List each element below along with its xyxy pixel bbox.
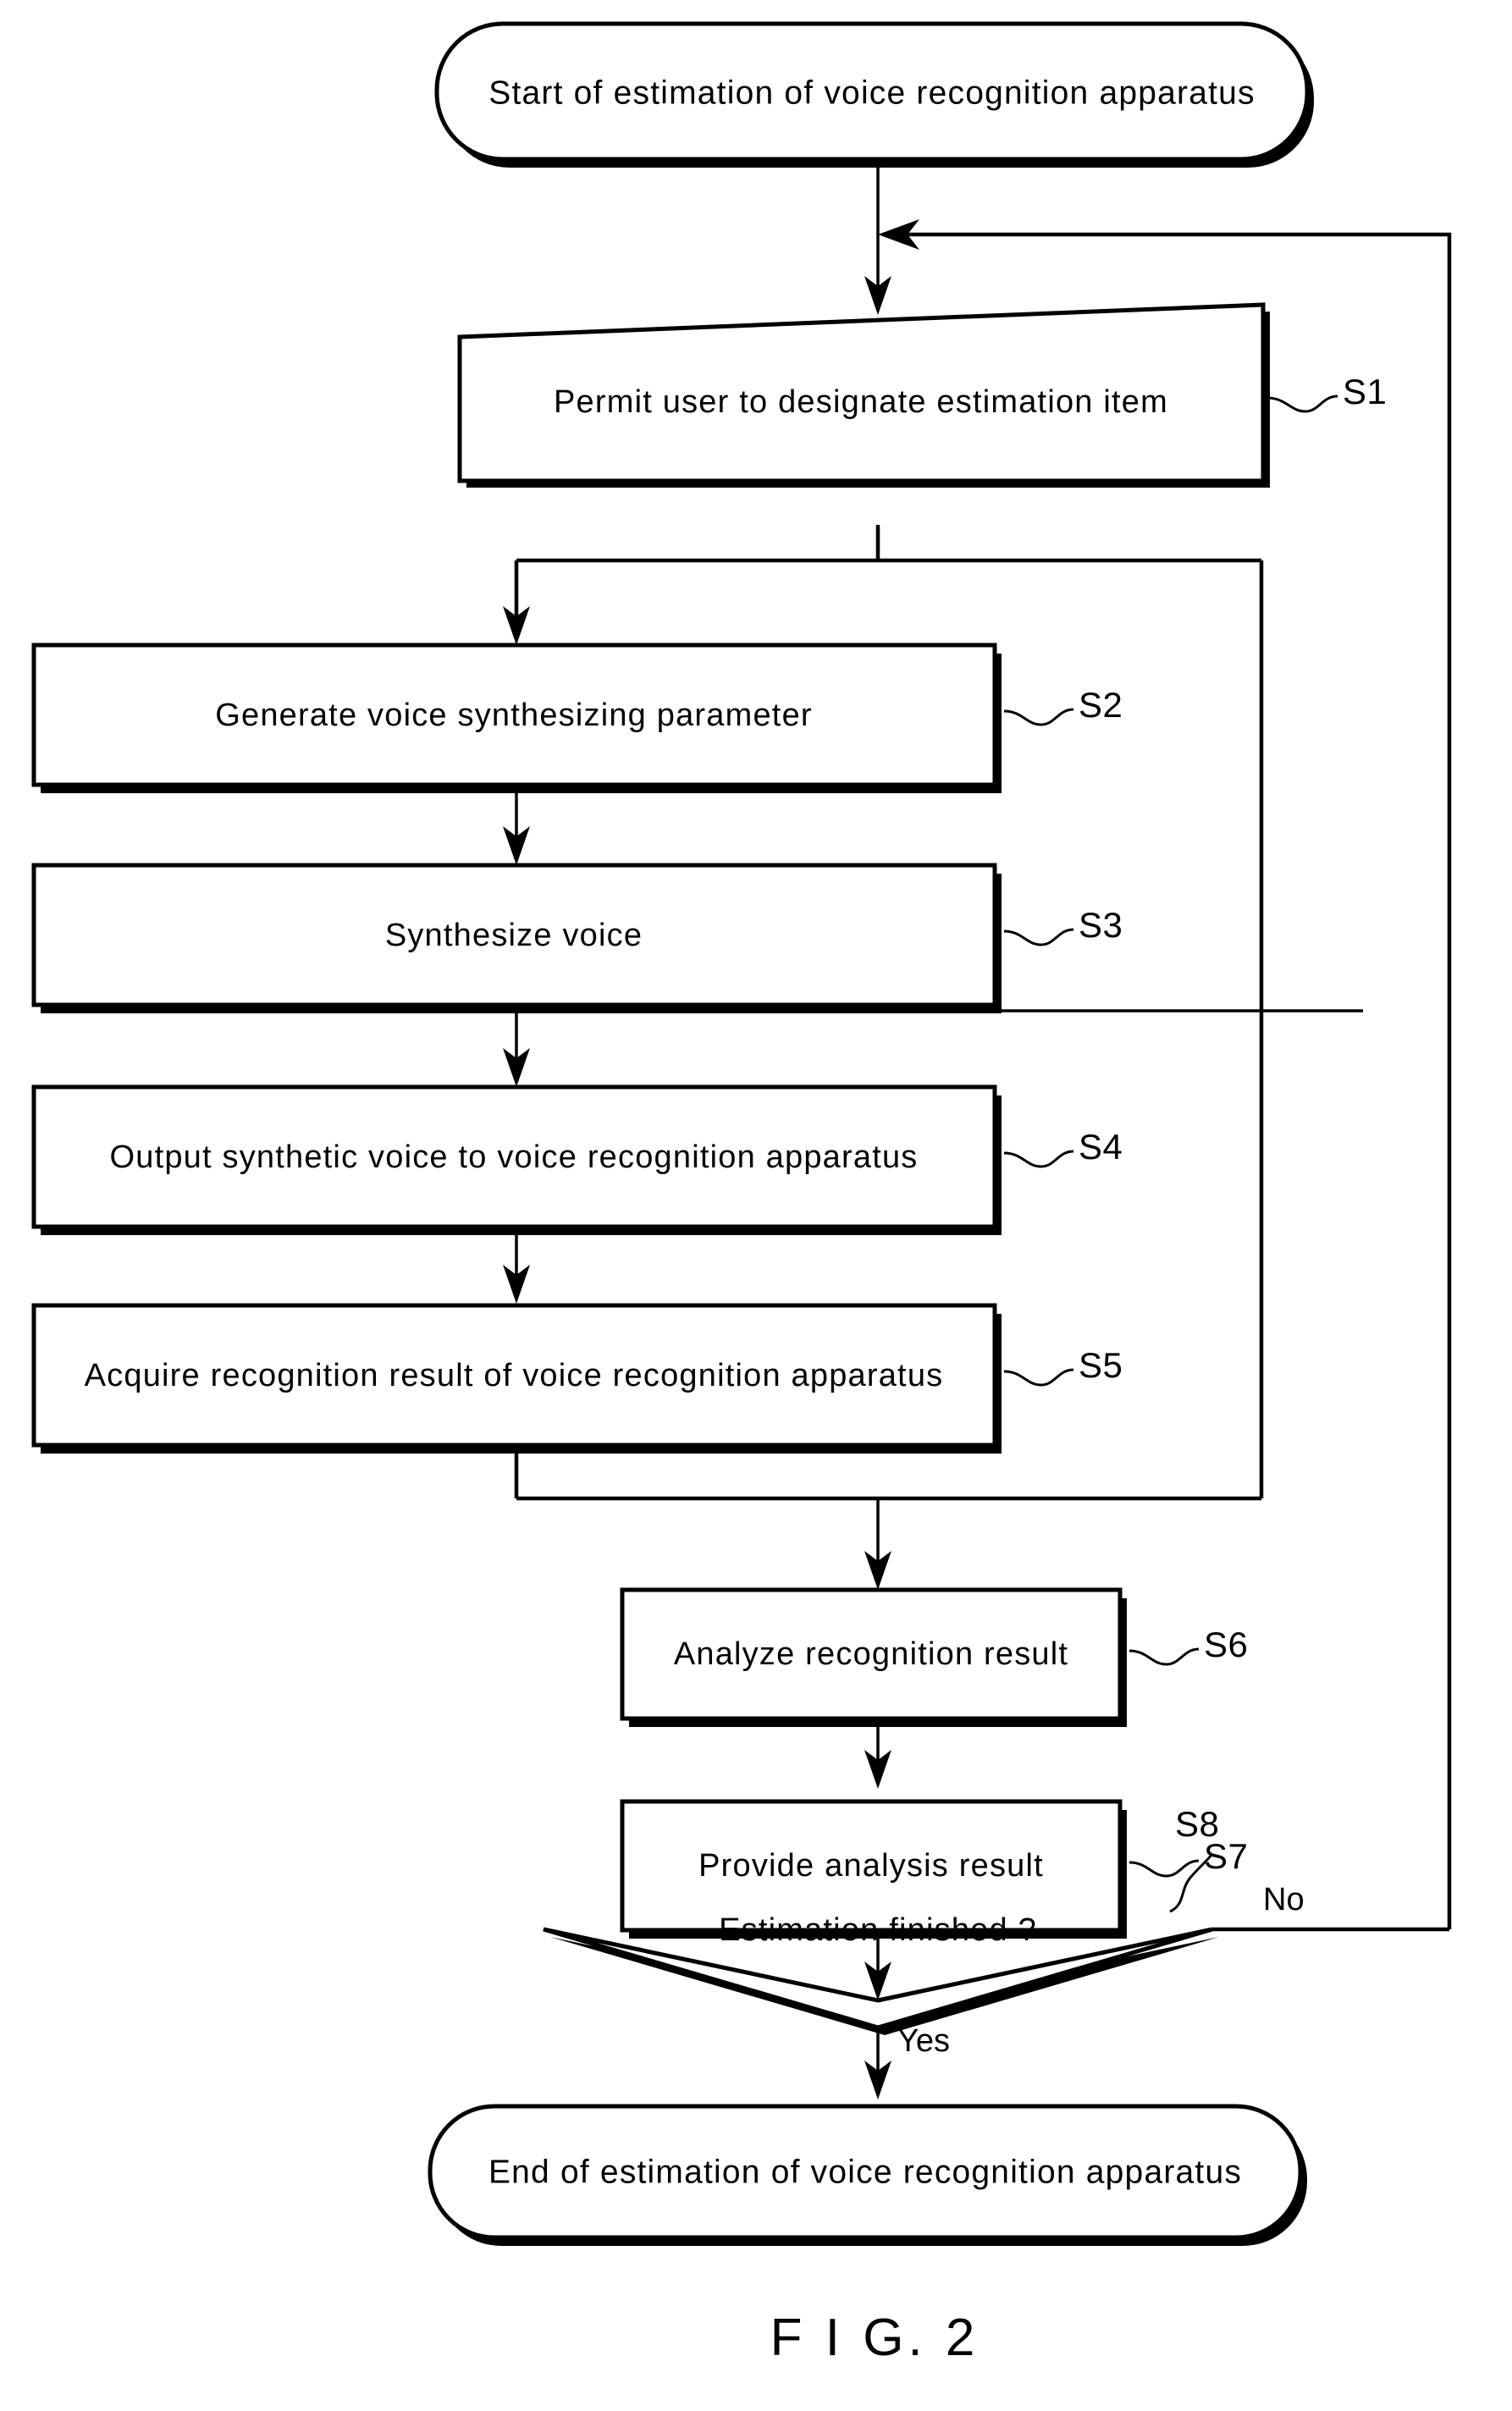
node-s1[interactable]: Permit user to designate estimation item — [457, 302, 1270, 488]
step-label-s8: S8 — [1175, 1804, 1219, 1844]
connector-s6-to-s7 — [864, 1719, 891, 1789]
node-end-label: End of estimation of voice recognition a… — [488, 2154, 1242, 2190]
step-label-s6: S6 — [1204, 1625, 1248, 1664]
step-label-s3: S3 — [1079, 905, 1123, 945]
node-start[interactable]: Start of estimation of voice recognition… — [434, 21, 1314, 168]
flowchart-diagram: Start of estimation of voice recognition… — [31, 21, 1452, 2367]
connector-s3-to-s4 — [503, 1009, 1363, 1087]
node-s4-label: Output synthetic voice to voice recognit… — [109, 1139, 918, 1175]
step-label-s1-group: S1 — [1266, 372, 1387, 413]
node-s3[interactable]: Synthesize voice — [31, 863, 1002, 1013]
step-label-s3-group: S3 — [1003, 905, 1123, 946]
node-s4[interactable]: Output synthetic voice to voice recognit… — [31, 1084, 1002, 1235]
node-end[interactable]: End of estimation of voice recognition a… — [428, 2104, 1307, 2246]
branch-label-no: No — [1263, 1882, 1305, 1917]
step-label-s5-group: S5 — [1003, 1345, 1123, 1387]
node-s8-label: Estimation finished ? — [719, 1912, 1037, 1948]
step-label-s4: S4 — [1079, 1127, 1123, 1167]
node-s6[interactable]: Analyze recognition result — [620, 1587, 1127, 1727]
node-s1-label: Permit user to designate estimation item — [554, 384, 1168, 420]
figure-container: Start of estimation of voice recognition… — [0, 0, 1512, 2411]
node-s7-label: Provide analysis result — [698, 1848, 1044, 1884]
node-start-label: Start of estimation of voice recognition… — [488, 74, 1255, 111]
node-s2-label: Generate voice synthesizing parameter — [215, 698, 813, 733]
connector-s2-to-s3 — [503, 791, 530, 865]
step-label-s1: S1 — [1343, 372, 1387, 411]
node-s3-label: Synthesize voice — [385, 918, 643, 953]
step-label-s2-group: S2 — [1003, 685, 1123, 726]
node-s2[interactable]: Generate voice synthesizing parameter — [31, 643, 1002, 793]
node-s5[interactable]: Acquire recognition result of voice reco… — [31, 1303, 1002, 1454]
step-label-s2: S2 — [1079, 685, 1123, 725]
node-s6-label: Analyze recognition result — [674, 1636, 1068, 1672]
figure-caption: F I G. 2 — [770, 2309, 979, 2367]
node-s5-label: Acquire recognition result of voice reco… — [85, 1358, 944, 1393]
step-label-s5: S5 — [1079, 1345, 1123, 1385]
connector-start-to-s1 — [864, 165, 891, 315]
step-label-s4-group: S4 — [1003, 1127, 1123, 1168]
connector-s4-to-s5 — [503, 1228, 530, 1304]
step-label-s6-group: S6 — [1128, 1625, 1248, 1666]
branch-label-yes: Yes — [897, 2023, 950, 2059]
